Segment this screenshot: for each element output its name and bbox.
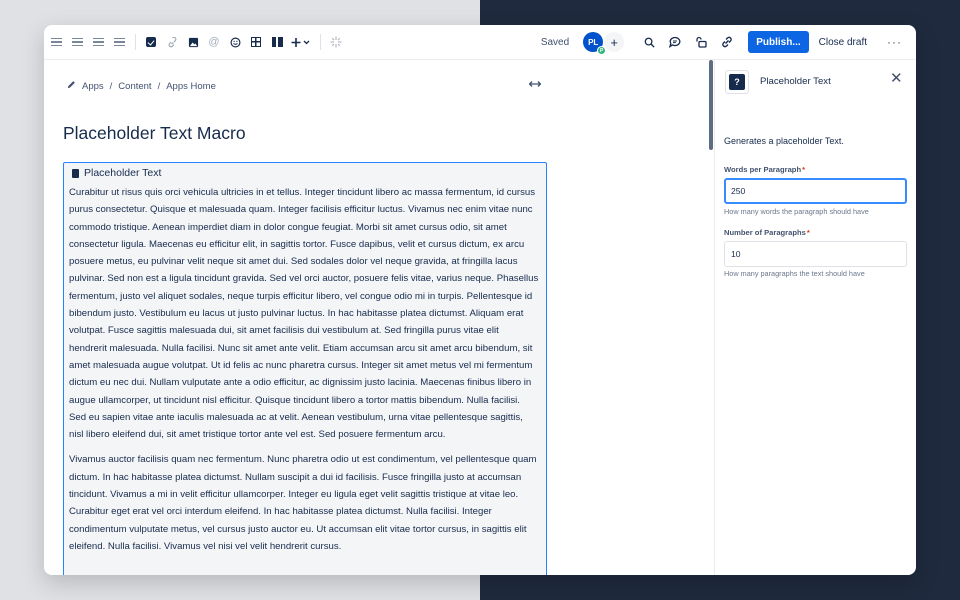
expand-width-icon[interactable] — [528, 80, 542, 91]
ai-sparkle-icon[interactable] — [326, 32, 346, 52]
macro-config-panel: ? Placeholder Text ✕ Generates a placeho… — [715, 60, 916, 575]
field-help-words: How many words the paragraph should have — [724, 207, 869, 216]
macro-body: Curabitur ut risus quis orci vehicula ul… — [69, 184, 539, 563]
editor-content: Apps / Content / Apps Home Placeholder T… — [44, 60, 714, 575]
publish-button[interactable]: Publish... — [748, 31, 809, 53]
macro-header: Placeholder Text — [72, 167, 161, 179]
formatting-tools: @ — [44, 25, 347, 59]
document-icon — [72, 168, 79, 178]
panel-title: Placeholder Text — [760, 76, 831, 87]
required-marker: * — [806, 228, 810, 237]
page-title[interactable]: Placeholder Text Macro — [63, 123, 246, 144]
breadcrumb-separator: / — [157, 80, 161, 92]
layouts-icon[interactable] — [267, 32, 287, 52]
scrollbar-thumb[interactable] — [709, 60, 713, 150]
breadcrumb-separator: / — [109, 80, 113, 92]
mention-icon[interactable]: @ — [204, 32, 224, 52]
field-label-text: Words per Paragraph — [724, 165, 802, 174]
image-icon[interactable] — [183, 32, 203, 52]
outdent-icon[interactable] — [88, 32, 108, 52]
paragraph: Curabitur ut risus quis orci vehicula ul… — [69, 187, 539, 441]
action-item-icon[interactable] — [141, 32, 161, 52]
field-help-paragraphs: How many paragraphs the text should have — [724, 269, 865, 278]
breadcrumb-item[interactable]: Apps Home — [166, 81, 216, 92]
link-icon[interactable] — [162, 32, 182, 52]
editor-toolbar: @ Saved PL P + Publish... Close draft ··… — [44, 25, 916, 60]
number-of-paragraphs-input[interactable]: 10 — [724, 241, 907, 267]
bullet-list-icon[interactable] — [46, 32, 66, 52]
field-label-words: Words per Paragraph* — [724, 165, 805, 174]
field-label-paragraphs: Number of Paragraphs* — [724, 228, 810, 237]
macro-icon: ? — [725, 70, 749, 94]
saved-status: Saved — [540, 36, 570, 48]
editor-window: @ Saved PL P + Publish... Close draft ··… — [44, 25, 916, 575]
placeholder-text-macro[interactable]: Placeholder Text Curabitur ut risus quis… — [63, 162, 547, 575]
close-draft-button[interactable]: Close draft — [819, 37, 867, 48]
comment-icon[interactable] — [665, 32, 685, 52]
pencil-icon — [67, 80, 76, 92]
indent-icon[interactable] — [109, 32, 129, 52]
toolbar-divider — [320, 34, 321, 50]
required-marker: * — [802, 165, 806, 174]
add-collaborator-button[interactable]: + — [604, 32, 625, 52]
close-icon[interactable]: ✕ — [890, 71, 903, 86]
avatar-badge: P — [597, 46, 607, 55]
panel-description: Generates a placeholder Text. — [724, 136, 844, 146]
paragraph: Vivamus auctor facilisis quam nec fermen… — [69, 454, 537, 552]
breadcrumb-item[interactable]: Apps — [82, 81, 104, 92]
breadcrumb-item[interactable]: Content — [118, 81, 151, 92]
field-label-text: Number of Paragraphs — [724, 228, 806, 237]
copy-link-icon[interactable] — [717, 32, 737, 52]
avatar-initials: PL — [588, 37, 599, 47]
avatar[interactable]: PL P — [583, 32, 607, 55]
emoji-icon[interactable] — [225, 32, 245, 52]
words-per-paragraph-input[interactable]: 250 — [724, 178, 907, 204]
toolbar-actions: Saved PL P + Publish... Close draft ··· — [541, 25, 916, 59]
more-options-icon[interactable]: ··· — [887, 35, 902, 49]
restrictions-icon[interactable] — [691, 32, 711, 52]
breadcrumb: Apps / Content / Apps Home — [67, 80, 216, 92]
macro-label: Placeholder Text — [84, 167, 162, 179]
toolbar-divider — [135, 34, 136, 50]
find-replace-icon[interactable] — [639, 32, 659, 52]
table-icon[interactable] — [246, 32, 266, 52]
insert-more-icon[interactable] — [288, 32, 314, 52]
numbered-list-icon[interactable] — [67, 32, 87, 52]
